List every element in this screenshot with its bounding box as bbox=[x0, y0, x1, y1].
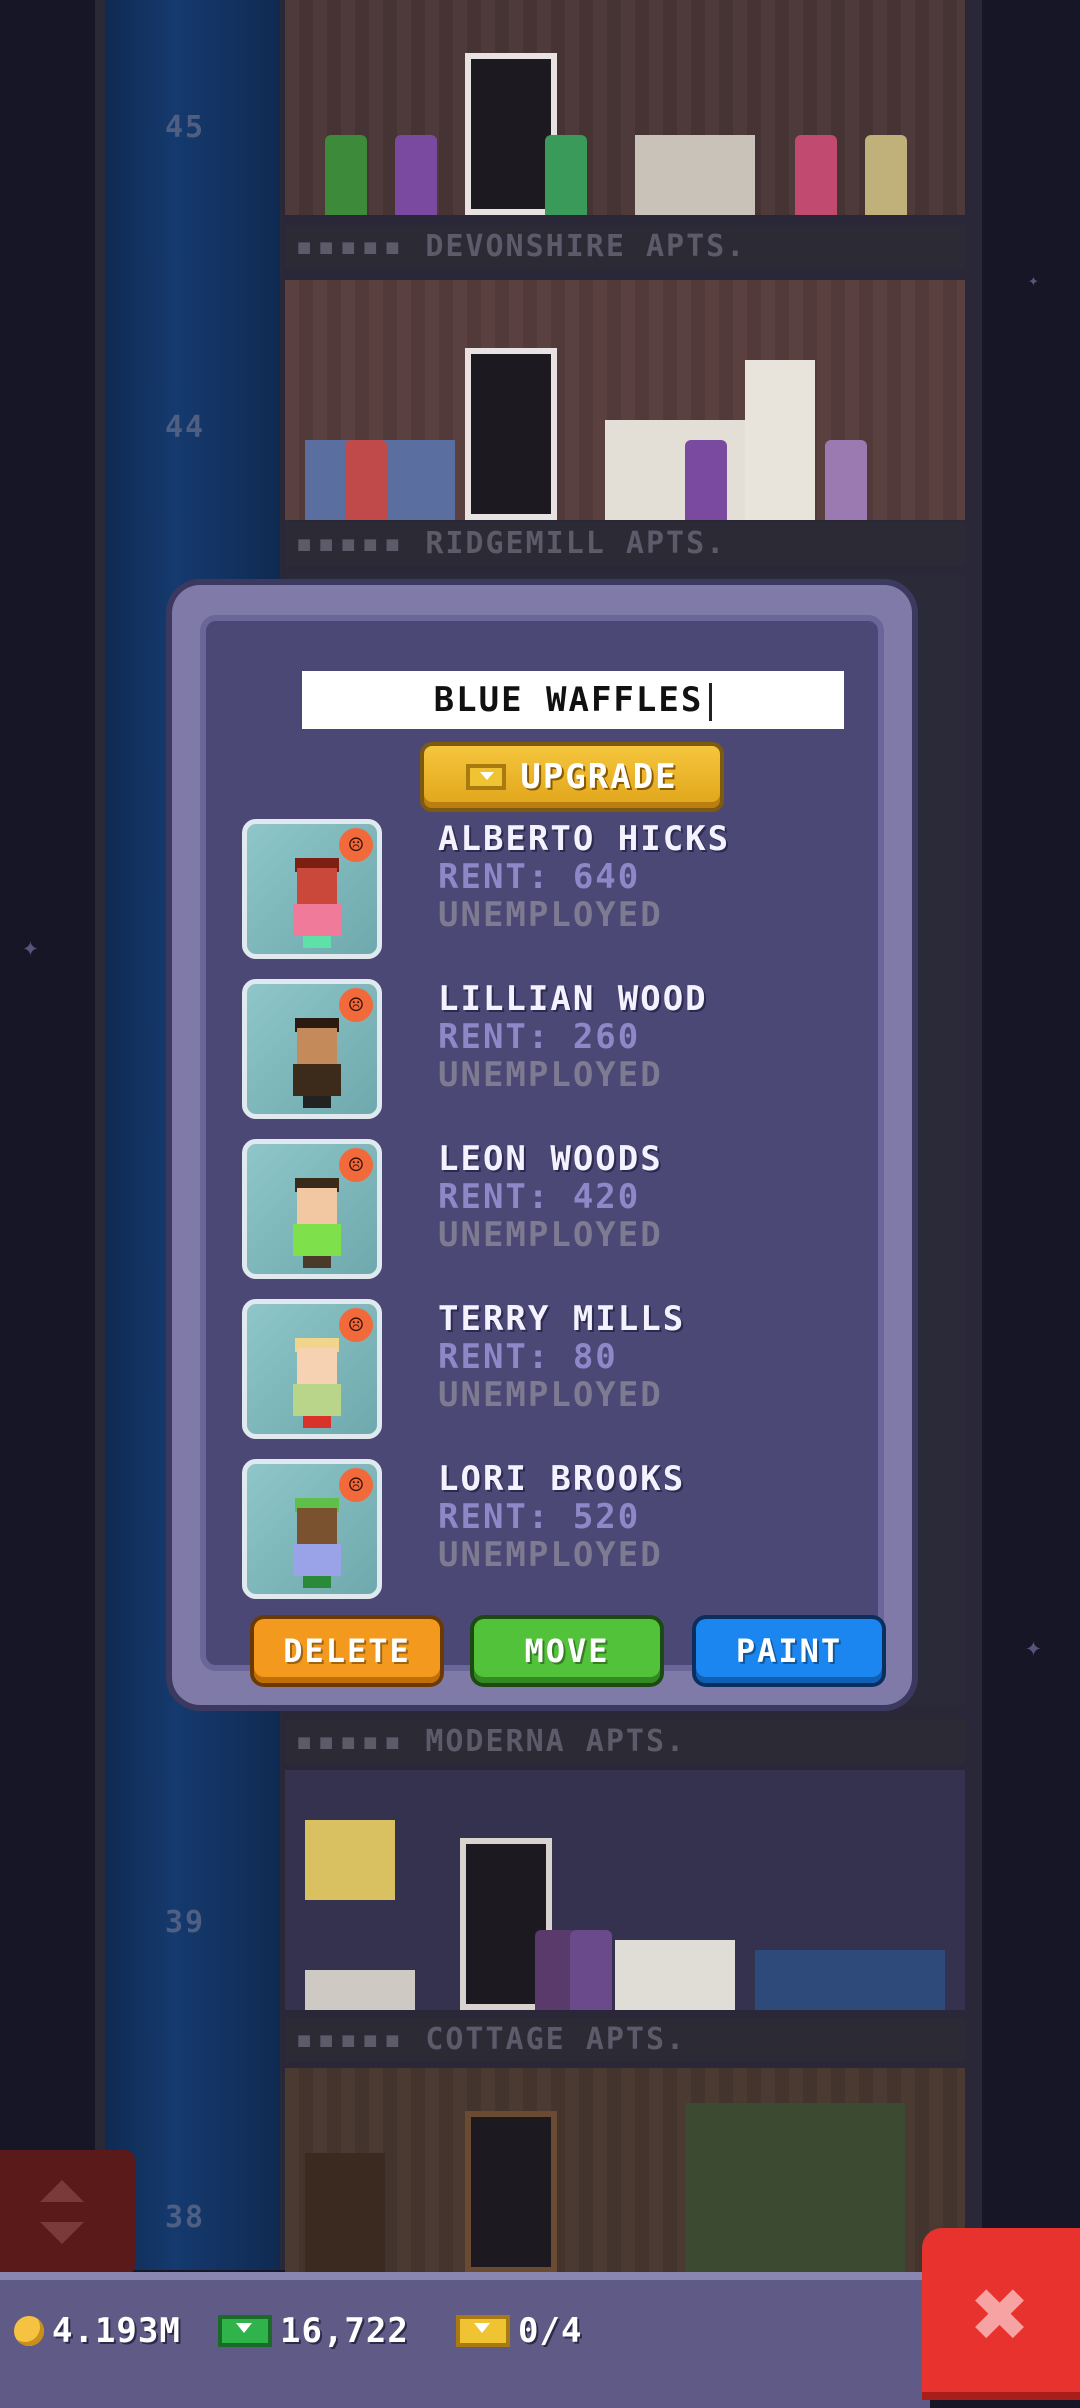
floor-45-room[interactable] bbox=[285, 0, 965, 215]
floor-number: 44 bbox=[165, 410, 206, 445]
tenant-sprite bbox=[395, 135, 437, 215]
resident-avatar bbox=[293, 1018, 341, 1110]
resident-row[interactable]: ☹ LORI BROOKS RENT: 520 UNEMPLOYED bbox=[242, 1459, 882, 1609]
tv-stand bbox=[305, 1970, 415, 2010]
text-caret bbox=[709, 682, 713, 721]
resident-rent: RENT: 520 bbox=[438, 1497, 641, 1537]
floor-39-room[interactable] bbox=[285, 1770, 965, 2010]
floor-38-room[interactable] bbox=[285, 2068, 965, 2273]
resident-portrait[interactable]: ☹ bbox=[242, 819, 382, 959]
resident-rent: RENT: 80 bbox=[438, 1337, 618, 1377]
door bbox=[465, 53, 557, 215]
resident-portrait[interactable]: ☹ bbox=[242, 1139, 382, 1279]
tenant-sprite bbox=[865, 135, 907, 215]
tenant-sprite bbox=[545, 135, 587, 215]
resident-row[interactable]: ☹ TERRY MILLS RENT: 80 UNEMPLOYED bbox=[242, 1299, 882, 1449]
cash-icon bbox=[218, 2315, 272, 2347]
move-button[interactable]: MOVE bbox=[474, 1619, 660, 1683]
unhappy-mood-icon: ☹ bbox=[339, 828, 373, 862]
tenant-sprite bbox=[825, 440, 867, 520]
resident-avatar bbox=[293, 858, 341, 950]
bux-value: 0/4 bbox=[518, 2311, 583, 2351]
elevator-control-button[interactable] bbox=[0, 2150, 135, 2275]
resident-row[interactable]: ☹ ALBERTO HICKS RENT: 640 UNEMPLOYED bbox=[242, 819, 882, 969]
resident-rent: RENT: 420 bbox=[438, 1177, 641, 1217]
floor-number: 39 bbox=[165, 1905, 206, 1940]
arrow-up-icon bbox=[40, 2180, 84, 2202]
arrow-down-icon bbox=[40, 2222, 84, 2244]
resident-job: UNEMPLOYED bbox=[438, 1215, 663, 1255]
upgrade-label: UPGRADE bbox=[520, 757, 678, 797]
delete-button[interactable]: DELETE bbox=[254, 1619, 440, 1683]
fridge bbox=[745, 360, 815, 520]
resident-name: TERRY MILLS bbox=[438, 1299, 686, 1339]
tenant-sprite bbox=[795, 135, 837, 215]
floor-details-dialog: BLUE WAFFLES UPGRADE ☹ ALBERTO HICKS REN… bbox=[172, 585, 912, 1705]
tower-bux-icon bbox=[456, 2315, 510, 2347]
resident-row[interactable]: ☹ LEON WOODS RENT: 420 UNEMPLOYED bbox=[242, 1139, 882, 1289]
resident-portrait[interactable]: ☹ bbox=[242, 979, 382, 1119]
resident-name: LEON WOODS bbox=[438, 1139, 663, 1179]
dialog-panel: BLUE WAFFLES UPGRADE ☹ ALBERTO HICKS REN… bbox=[200, 615, 884, 1683]
floor-name-input[interactable]: BLUE WAFFLES bbox=[302, 671, 844, 729]
resident-job: UNEMPLOYED bbox=[438, 1375, 663, 1415]
star-icon: ✦ bbox=[1028, 270, 1039, 291]
floor-name-text: BLUE WAFFLES bbox=[433, 680, 704, 720]
floor-sign: ▪▪▪▪▪ COTTAGE APTS. bbox=[285, 2018, 965, 2062]
upgrade-button[interactable]: UPGRADE bbox=[424, 746, 720, 808]
resident-rent: RENT: 640 bbox=[438, 857, 641, 897]
bux-stat: 0/4 bbox=[456, 2306, 582, 2356]
door bbox=[465, 2111, 557, 2273]
resident-avatar bbox=[293, 1498, 341, 1590]
cash-stat: 16,722 bbox=[218, 2306, 409, 2356]
close-icon: ✖ bbox=[972, 2258, 1030, 2370]
resident-avatar bbox=[293, 1338, 341, 1430]
resident-row[interactable]: ☹ LILLIAN WOOD RENT: 260 UNEMPLOYED bbox=[242, 979, 882, 1129]
floor-44-room[interactable] bbox=[285, 280, 965, 520]
unhappy-mood-icon: ☹ bbox=[339, 988, 373, 1022]
floor-sign: ▪▪▪▪▪ RIDGEMILL APTS. bbox=[285, 522, 965, 566]
tenant-sprite bbox=[570, 1930, 612, 2010]
coins-stat: 4.193M bbox=[14, 2306, 181, 2356]
door bbox=[465, 348, 557, 520]
paint-button[interactable]: PAINT bbox=[696, 1619, 882, 1683]
tenant-sprite bbox=[325, 135, 367, 215]
tenant-sprite bbox=[685, 440, 727, 520]
resident-name: LORI BROOKS bbox=[438, 1459, 686, 1499]
coins-value: 4.193M bbox=[52, 2311, 181, 2351]
floor-number: 45 bbox=[165, 110, 206, 145]
star-icon: ✦ bbox=[1025, 1630, 1042, 1663]
resident-job: UNEMPLOYED bbox=[438, 895, 663, 935]
floor-sign: ▪▪▪▪▪ MODERNA APTS. bbox=[285, 1720, 965, 1764]
resident-job: UNEMPLOYED bbox=[438, 1055, 663, 1095]
floor-sign: ▪▪▪▪▪ DEVONSHIRE APTS. bbox=[285, 225, 965, 269]
tenant-sprite bbox=[345, 440, 387, 520]
resident-rent: RENT: 260 bbox=[438, 1017, 641, 1057]
close-button[interactable]: ✖ bbox=[922, 2228, 1080, 2400]
greenhouse bbox=[685, 2103, 905, 2273]
resident-portrait[interactable]: ☹ bbox=[242, 1299, 382, 1439]
unhappy-mood-icon: ☹ bbox=[339, 1148, 373, 1182]
resident-name: LILLIAN WOOD bbox=[438, 979, 708, 1019]
star-icon: ✦ bbox=[22, 930, 39, 963]
unhappy-mood-icon: ☹ bbox=[339, 1468, 373, 1502]
furniture bbox=[635, 135, 755, 215]
status-bar: 4.193M 16,722 0/4 bbox=[0, 2272, 930, 2408]
cash-value: 16,722 bbox=[280, 2311, 409, 2351]
resident-name: ALBERTO HICKS bbox=[438, 819, 731, 859]
tower-bux-icon bbox=[466, 764, 507, 790]
bookshelf bbox=[305, 2153, 385, 2273]
resident-avatar bbox=[293, 1178, 341, 1270]
window bbox=[305, 1820, 395, 1900]
floor-number: 38 bbox=[165, 2200, 206, 2235]
resident-portrait[interactable]: ☹ bbox=[242, 1459, 382, 1599]
fireplace bbox=[615, 1940, 735, 2010]
unhappy-mood-icon: ☹ bbox=[339, 1308, 373, 1342]
sofa bbox=[755, 1950, 945, 2010]
resident-job: UNEMPLOYED bbox=[438, 1535, 663, 1575]
coin-icon bbox=[14, 2316, 44, 2346]
